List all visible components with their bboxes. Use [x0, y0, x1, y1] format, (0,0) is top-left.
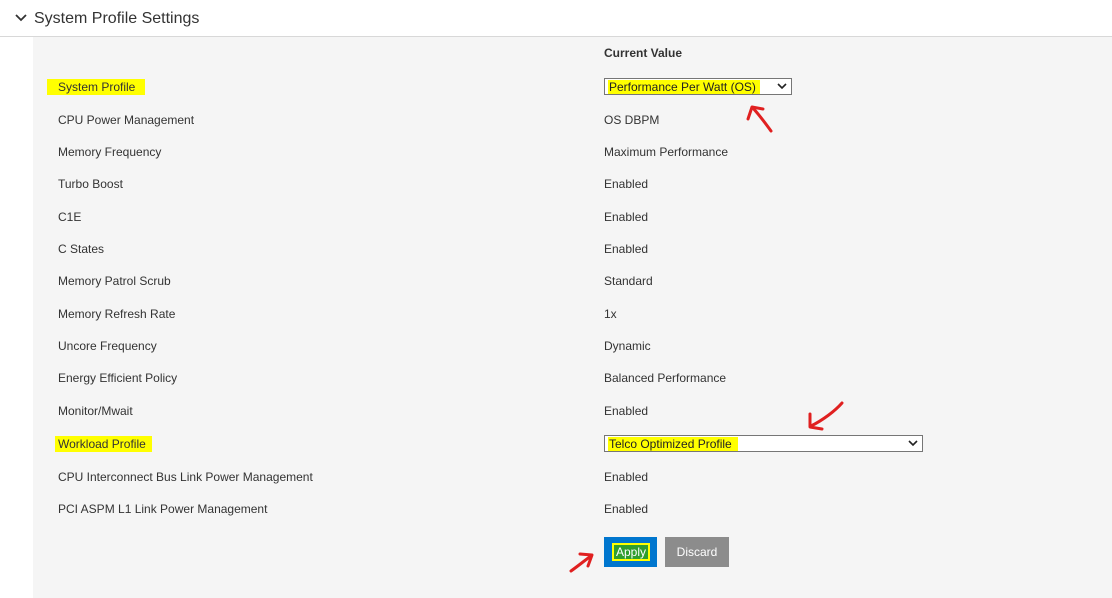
- row-label-workload-profile: Workload Profile: [58, 437, 146, 451]
- row-label-energy-efficient-policy: Energy Efficient Policy: [58, 371, 178, 385]
- system-profile-selected-value: Performance Per Watt (OS): [608, 80, 760, 94]
- red-arrow-icon: [746, 105, 773, 133]
- row-label-cpu-interconnect-bus-link: CPU Interconnect Bus Link Power Manageme…: [58, 470, 313, 484]
- section-title: System Profile Settings: [34, 10, 200, 27]
- current-value-header: Current Value: [604, 46, 683, 60]
- chevron-down-icon: [777, 83, 787, 90]
- red-arrow-icon: [808, 401, 844, 431]
- row-label-c1e: C1E: [58, 210, 82, 224]
- row-value-energy-efficient-policy: Balanced Performance: [604, 371, 727, 385]
- apply-button-label: Apply: [611, 543, 651, 561]
- system-profile-page: System Profile Settings Current Value Sy…: [0, 0, 1112, 598]
- row-value-c-states: Enabled: [604, 242, 649, 256]
- row-label-c-states: C States: [58, 242, 105, 256]
- workload-profile-select[interactable]: Telco Optimized Profile: [604, 435, 923, 452]
- red-arrow-icon: [569, 552, 594, 573]
- discard-button[interactable]: Discard: [665, 537, 729, 567]
- row-value-pci-aspm-l1: Enabled: [604, 502, 649, 516]
- row-value-memory-frequency: Maximum Performance: [604, 145, 729, 159]
- row-value-cpu-interconnect-bus-link: Enabled: [604, 470, 649, 484]
- row-label-memory-patrol-scrub: Memory Patrol Scrub: [58, 274, 171, 288]
- workload-profile-selected-value: Telco Optimized Profile: [608, 437, 738, 451]
- chevron-down-icon: [908, 440, 918, 447]
- row-value-memory-refresh-rate: 1x: [604, 307, 617, 321]
- apply-button[interactable]: Apply: [604, 537, 657, 567]
- row-label-memory-refresh-rate: Memory Refresh Rate: [58, 307, 176, 321]
- row-value-memory-patrol-scrub: Standard: [604, 274, 653, 288]
- system-profile-select[interactable]: Performance Per Watt (OS): [604, 78, 792, 95]
- row-label-turbo-boost: Turbo Boost: [58, 177, 123, 191]
- row-value-c1e: Enabled: [604, 210, 649, 224]
- row-label-monitor-mwait: Monitor/Mwait: [58, 404, 133, 418]
- row-value-monitor-mwait: Enabled: [604, 404, 649, 418]
- row-label-memory-frequency: Memory Frequency: [58, 145, 162, 159]
- row-value-cpu-power-management: OS DBPM: [604, 113, 660, 127]
- row-label-uncore-frequency: Uncore Frequency: [58, 339, 157, 353]
- row-label-pci-aspm-l1: PCI ASPM L1 Link Power Management: [58, 502, 268, 516]
- row-label-system-profile: System Profile: [58, 80, 136, 94]
- row-value-uncore-frequency: Dynamic: [604, 339, 651, 353]
- chevron-down-icon[interactable]: [14, 13, 28, 23]
- section-header[interactable]: System Profile Settings: [0, 0, 1112, 37]
- row-label-cpu-power-management: CPU Power Management: [58, 113, 195, 127]
- row-value-turbo-boost: Enabled: [604, 177, 649, 191]
